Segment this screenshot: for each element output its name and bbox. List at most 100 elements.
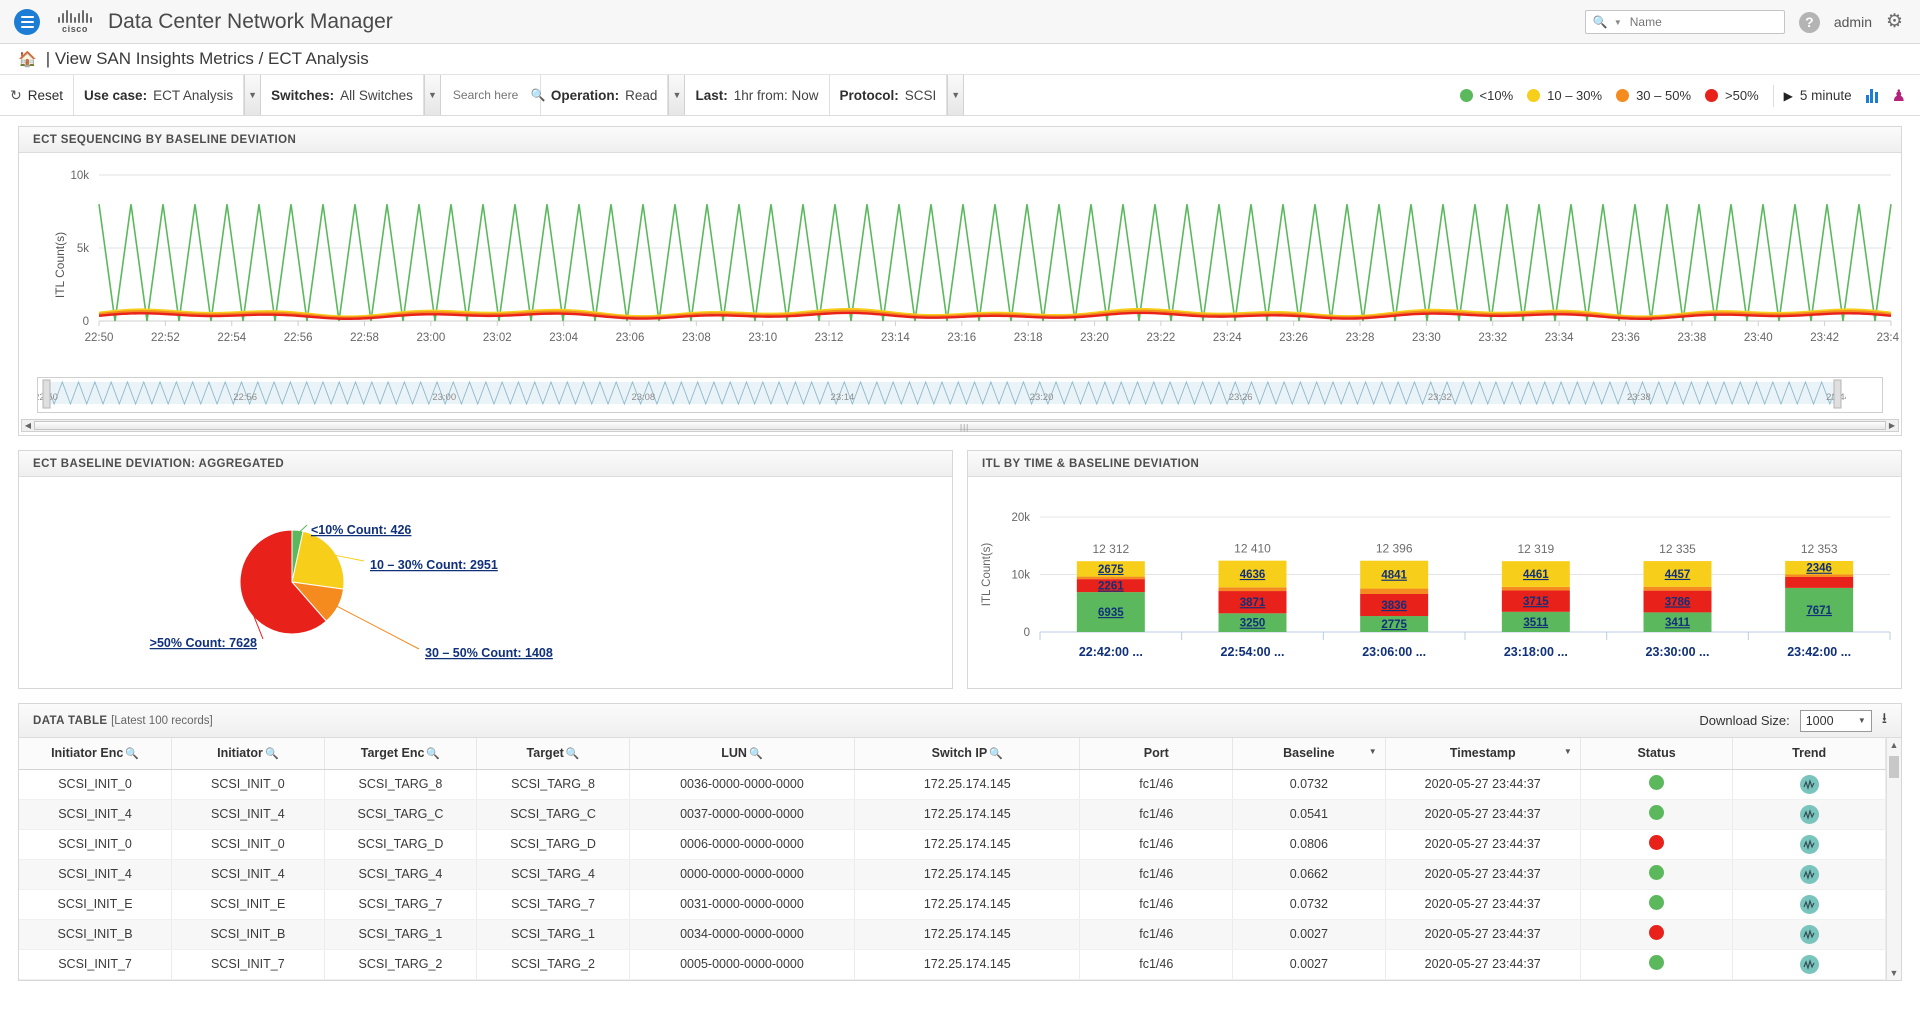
search-icon[interactable]: 🔍 (566, 747, 580, 760)
bar-segment-value[interactable]: 3871 (1240, 597, 1266, 609)
chevron-down-icon[interactable]: ▼ (1614, 18, 1622, 27)
bar-segment-value[interactable]: 4457 (1665, 569, 1691, 581)
protocol-filter[interactable]: Protocol: SCSI (830, 75, 948, 115)
trend-icon[interactable] (1799, 834, 1819, 854)
table-row[interactable]: SCSI_INIT_7 SCSI_INIT_7 SCSI_TARG_2 SCSI_TA… (19, 949, 1886, 980)
table-row[interactable]: SCSI_INIT_4 SCSI_INIT_4 SCSI_TARG_4 SCSI_TA… (19, 859, 1886, 890)
trend-cell[interactable] (1732, 889, 1886, 920)
bar-segment-value[interactable]: 2675 (1098, 564, 1124, 576)
trend-icon[interactable] (1799, 774, 1819, 794)
last-time-filter[interactable]: Last: 1hr from: Now (685, 75, 830, 115)
pie-chart-svg[interactable]: <10% Count: 426 10 – 30% Count: 2951 30 – … (19, 477, 952, 688)
bar-segment-value[interactable]: 3836 (1381, 600, 1407, 612)
bar-segment-value[interactable]: 4461 (1523, 569, 1549, 581)
range-selector-svg[interactable]: 22:5022:5623:0023:0823:1423:2023:2623:32… (38, 378, 1850, 412)
person-icon[interactable]: ♟ (1892, 86, 1906, 106)
scroll-left-arrow[interactable]: ◀ (22, 421, 34, 430)
trend-icon[interactable] (1799, 954, 1819, 974)
help-icon[interactable]: ? (1798, 11, 1820, 33)
bar-segment-value[interactable]: 7671 (1806, 605, 1832, 617)
bar-segment-value[interactable]: 2261 (1098, 581, 1124, 593)
scroll-right-arrow[interactable]: ▶ (1886, 421, 1898, 430)
trend-cell[interactable] (1732, 919, 1886, 950)
bar-segment-value[interactable]: 2346 (1806, 563, 1832, 575)
trend-icon[interactable] (1799, 894, 1819, 914)
bar-segment-value[interactable]: 3511 (1523, 617, 1549, 629)
bar-category-label[interactable]: 23:18:00 ... (1504, 645, 1568, 659)
trend-cell[interactable] (1732, 769, 1886, 800)
pie-label-0[interactable]: <10% Count: 426 (311, 523, 411, 537)
operation-dropdown-arrow[interactable]: ▼ (668, 75, 686, 115)
download-size-select[interactable]: 1000 ▼ (1799, 709, 1872, 732)
operation-filter[interactable]: Operation: Read (541, 75, 669, 115)
bar-category-label[interactable]: 23:42:00 ... (1787, 645, 1851, 659)
search-icon[interactable]: 🔍 (125, 747, 139, 760)
bar-category-label[interactable]: 22:54:00 ... (1221, 645, 1285, 659)
usecase-filter[interactable]: Use case: ECT Analysis (74, 75, 245, 115)
global-search-box[interactable]: 🔍 ▼ (1584, 10, 1787, 34)
bar-segment-value[interactable]: 3786 (1665, 597, 1691, 609)
bar-segment-value[interactable]: 4841 (1381, 570, 1407, 582)
bar-category-label[interactable]: 22:42:00 ... (1079, 645, 1143, 659)
protocol-dropdown-arrow[interactable]: ▼ (947, 75, 965, 115)
pie-label-1[interactable]: 10 – 30% Count: 2951 (370, 558, 498, 572)
bar-segment-value[interactable]: 3250 (1240, 618, 1266, 630)
bar-chart-icon[interactable] (1865, 88, 1878, 103)
column-header-port[interactable]: Port (1079, 738, 1234, 770)
pie-label-3[interactable]: >50% Count: 7628 (150, 636, 257, 650)
trend-cell[interactable] (1732, 859, 1886, 890)
home-icon[interactable]: 🏠 (18, 50, 37, 68)
pie-label-2[interactable]: 30 – 50% Count: 1408 (425, 646, 553, 660)
table-row[interactable]: SCSI_INIT_0 SCSI_INIT_0 SCSI_TARG_D SCSI_TA… (19, 829, 1886, 860)
column-header-trend[interactable]: Trend (1732, 738, 1886, 770)
scroll-up-arrow[interactable]: ▲ (1887, 740, 1901, 750)
stacked-bar-svg[interactable]: 0 10k 20k ITL Count(s) 6935 2261 2675 12 312 22:… (968, 477, 1899, 688)
gear-icon[interactable]: ⚙ (1886, 12, 1906, 32)
column-header-initiator-enc[interactable]: Initiator Enc 🔍 (19, 738, 173, 770)
usecase-dropdown-arrow[interactable]: ▼ (244, 75, 262, 115)
ect-sequencing-chart[interactable]: ITL Count(s) 0 5k 10k 22:50 22:52 22:54 22:56 2… (19, 153, 1906, 377)
trend-icon[interactable] (1799, 924, 1819, 944)
trend-icon[interactable] (1799, 804, 1819, 824)
global-search-input[interactable] (1627, 14, 1787, 30)
scroll-down-arrow[interactable]: ▼ (1887, 968, 1901, 978)
bar-segment-value[interactable]: 2775 (1381, 619, 1407, 631)
download-icon[interactable]: ⭳ (1882, 708, 1887, 733)
trend-icon[interactable] (1799, 864, 1819, 884)
itl-by-time-chart[interactable]: 0 10k 20k ITL Count(s) 6935 2261 2675 12 312 22:… (968, 477, 1901, 688)
ect-aggregated-chart[interactable]: <10% Count: 426 10 – 30% Count: 2951 30 – … (19, 477, 952, 688)
column-header-status[interactable]: Status (1580, 738, 1734, 770)
column-header-timestamp[interactable]: Timestamp ▼ (1385, 738, 1581, 770)
range-selector[interactable]: 22:5022:5623:0023:0823:1423:2023:2623:32… (37, 377, 1883, 413)
search-icon[interactable]: 🔍 (989, 747, 1003, 760)
chevron-down-icon[interactable]: ▼ (1369, 747, 1377, 756)
trend-cell[interactable] (1732, 829, 1886, 860)
table-row[interactable]: SCSI_INIT_B SCSI_INIT_B SCSI_TARG_1 SCSI_TA… (19, 919, 1886, 950)
table-row[interactable]: SCSI_INIT_E SCSI_INIT_E SCSI_TARG_7 SCSI_TA… (19, 889, 1886, 920)
search-icon[interactable]: 🔍 (749, 747, 763, 760)
auto-refresh-control[interactable]: ▶ 5 minute (1784, 88, 1852, 103)
column-header-lun[interactable]: LUN 🔍 (629, 738, 856, 770)
column-header-switch-ip[interactable]: Switch IP 🔍 (854, 738, 1081, 770)
column-header-target[interactable]: Target 🔍 (476, 738, 630, 770)
column-header-baseline[interactable]: Baseline ▼ (1232, 738, 1386, 770)
horizontal-scrollbar[interactable]: ◀ ||| ▶ (21, 419, 1899, 432)
user-label[interactable]: admin (1834, 14, 1872, 30)
bar-category-label[interactable]: 23:30:00 ... (1646, 645, 1710, 659)
filter-search-box[interactable]: 🔍 (441, 75, 546, 115)
bar-segment-value[interactable]: 3411 (1665, 617, 1691, 629)
table-row[interactable]: SCSI_INIT_4 SCSI_INIT_4 SCSI_TARG_C SCSI_TA… (19, 799, 1886, 830)
hamburger-icon[interactable] (14, 8, 40, 35)
bar-segment-value[interactable]: 6935 (1098, 607, 1124, 619)
chevron-down-icon[interactable]: ▼ (1564, 747, 1572, 756)
column-header-target-enc[interactable]: Target Enc 🔍 (324, 738, 478, 770)
bar-segment-value[interactable]: 3715 (1523, 596, 1549, 608)
vertical-scrollbar[interactable]: ▲ ▼ (1886, 738, 1901, 980)
bar-segment-value[interactable]: 4636 (1240, 569, 1266, 581)
filter-search-input[interactable] (450, 87, 523, 103)
search-icon[interactable]: 🔍 (265, 747, 279, 760)
scrollbar-thumb[interactable] (1889, 756, 1899, 778)
reset-button[interactable]: ↻ Reset (0, 75, 75, 115)
play-icon[interactable]: ▶ (1784, 89, 1793, 103)
table-row[interactable]: SCSI_INIT_0 SCSI_INIT_0 SCSI_TARG_8 SCSI_TA… (19, 769, 1886, 800)
